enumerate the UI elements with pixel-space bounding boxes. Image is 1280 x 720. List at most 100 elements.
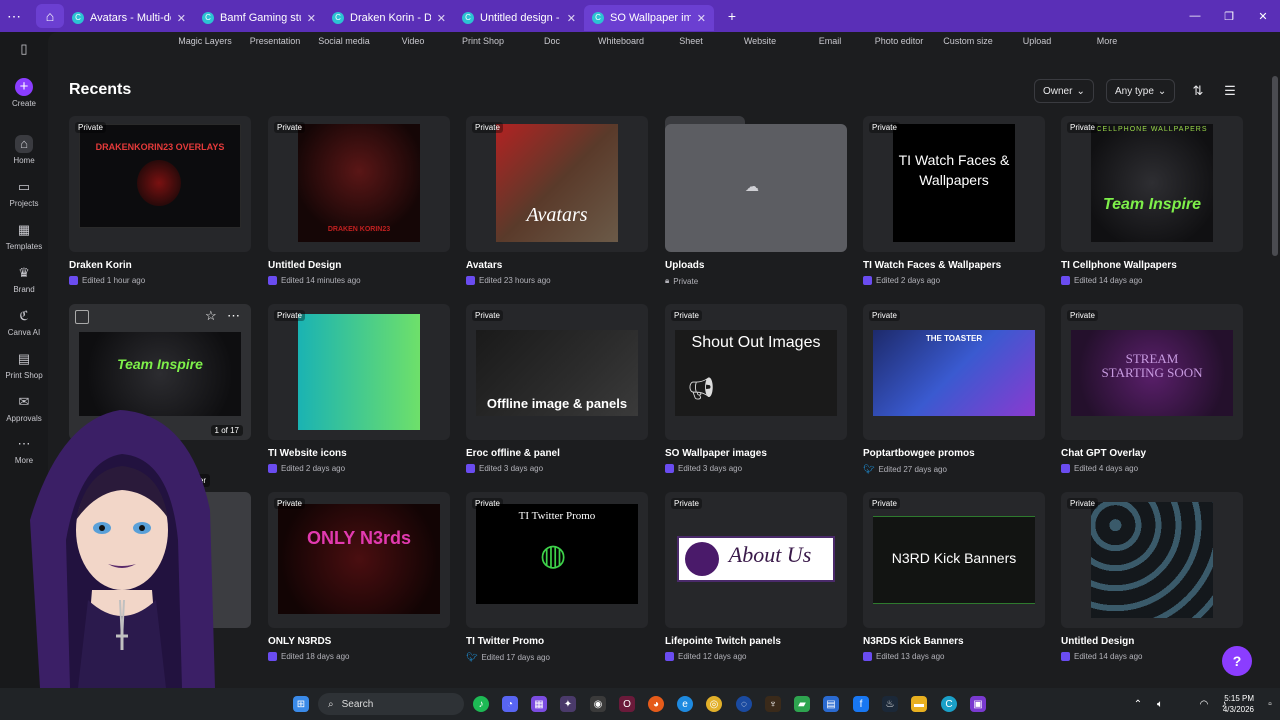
design-name[interactable]: TI Cellphone Wallpapers — [1061, 260, 1177, 271]
windows-start-icon[interactable]: ⊞ — [293, 696, 309, 712]
design-thumbnail[interactable]: Private — [268, 304, 450, 440]
green-app-icon[interactable]: ▰ — [794, 696, 810, 712]
browser-tab[interactable]: C Avatars - Multi-des... ✕ — [64, 5, 194, 31]
design-thumbnail[interactable]: Shout Out Images 📢︎ Private — [665, 304, 847, 440]
steam-icon[interactable]: ♨ — [882, 696, 898, 712]
sidebar-item-projects[interactable]: ▭ Projects — [0, 178, 48, 208]
design-name[interactable]: Chat GPT Overlay — [1061, 448, 1146, 459]
volume-icon[interactable]: 🔈︎ — [1152, 696, 1168, 712]
sidebar-item-canva-ai[interactable]: ℭ Canva AI — [0, 307, 48, 337]
canva-app-icon[interactable]: C — [941, 696, 957, 712]
design-thumbnail[interactable]: N3RD Kick Banners Private — [863, 492, 1045, 628]
browser-tab[interactable]: C Bamf Gaming stuff... ✕ — [194, 5, 324, 31]
design-thumbnail[interactable]: CELLPHONE WALLPAPERS Team Inspire Privat… — [1061, 116, 1243, 252]
app-shell-icon[interactable]: ✦ — [560, 696, 576, 712]
list-view-button[interactable]: ☰ — [1220, 79, 1240, 103]
design-thumbnail[interactable]: Private — [1061, 492, 1243, 628]
maximize-icon[interactable]: ❐ — [1212, 0, 1246, 32]
opera-gx-icon[interactable]: O — [619, 696, 635, 712]
minimize-icon[interactable]: — — [1178, 0, 1212, 32]
browser-tab-active[interactable]: C SO Wallpaper imag... ✕ — [584, 5, 714, 31]
notification-icon[interactable]: ▫ — [1262, 696, 1278, 712]
edge-icon[interactable]: e — [677, 696, 693, 712]
design-type-item[interactable]: Email — [819, 36, 842, 46]
sidebar-toggle[interactable]: ▯ — [0, 40, 48, 61]
design-type-item[interactable]: Sheet — [679, 36, 703, 46]
close-tab-icon[interactable]: ✕ — [697, 12, 706, 25]
taskbar-clock[interactable]: 5:15 PM 4/3/2026 — [1223, 693, 1254, 715]
close-tab-icon[interactable]: ✕ — [307, 12, 316, 25]
design-type-item[interactable]: Photo editor — [875, 36, 924, 46]
obs-icon[interactable]: ◉ — [590, 696, 606, 712]
taskbar-search[interactable]: ⌕ Search — [318, 693, 464, 715]
design-type-item[interactable]: Presentation — [250, 36, 301, 46]
design-type-item[interactable]: Custom size — [943, 36, 993, 46]
design-thumbnail[interactable]: Avatars Private — [466, 116, 648, 252]
design-name[interactable]: Lifepointe Twitch panels — [665, 636, 781, 647]
design-name[interactable]: Untitled Design — [1061, 636, 1134, 647]
design-type-item[interactable]: Social media — [318, 36, 370, 46]
design-thumbnail[interactable]: STREAM STARTING SOON Private — [1061, 304, 1243, 440]
more-options-icon[interactable]: ⋯ — [227, 308, 240, 324]
design-thumbnail[interactable]: DRAKEN KORIN23 Private — [268, 116, 450, 252]
spotify-icon[interactable]: ♪ — [473, 696, 489, 712]
facebook-icon[interactable]: f — [853, 696, 869, 712]
star-icon[interactable]: ☆ — [205, 308, 217, 324]
tray-chevron-up-icon[interactable]: ⌃ — [1130, 696, 1146, 712]
type-filter-dropdown[interactable]: Any type ⌄ — [1106, 79, 1176, 103]
design-name[interactable]: Avatars — [466, 260, 502, 271]
sidebar-item-brand[interactable]: ♛ Brand — [0, 264, 48, 294]
design-type-item[interactable]: Upload — [1023, 36, 1052, 46]
twitch-icon[interactable]: ▣ — [970, 696, 986, 712]
design-type-item[interactable]: Doc — [544, 36, 560, 46]
scrollbar[interactable] — [1272, 76, 1278, 256]
owner-filter-dropdown[interactable]: Owner ⌄ — [1034, 79, 1094, 103]
wifi-icon[interactable]: ◠ — [1196, 696, 1212, 712]
design-thumbnail[interactable]: TI Twitter Promo ◍ Private — [466, 492, 648, 628]
design-type-item[interactable]: Whiteboard — [598, 36, 644, 46]
design-type-item[interactable]: Print Shop — [462, 36, 504, 46]
browser-tab[interactable]: C Draken Korin - Des... ✕ — [324, 5, 454, 31]
design-name[interactable]: TI Twitter Promo — [466, 636, 544, 647]
workspaces-icon[interactable]: ⌂ — [36, 4, 64, 28]
browser-tab[interactable]: C Untitled design - 5... ✕ — [454, 5, 584, 31]
sort-button[interactable]: ⇅ — [1188, 79, 1208, 103]
design-name[interactable]: Draken Korin — [69, 260, 132, 271]
close-tab-icon[interactable]: ✕ — [567, 12, 576, 25]
design-name[interactable]: TI Watch Faces & Wallpapers — [863, 260, 1001, 271]
design-type-item[interactable]: Magic Layers — [178, 36, 232, 46]
design-type-item[interactable]: Website — [744, 36, 776, 46]
sidebar-item-create[interactable]: + Create — [0, 78, 48, 108]
apps-grid-icon[interactable]: ▦ — [531, 696, 547, 712]
design-thumbnail[interactable]: ONLY N3rds Private — [268, 492, 450, 628]
sidebar-item-print-shop[interactable]: ▤ Print Shop — [0, 350, 48, 380]
help-button[interactable]: ? — [1222, 646, 1252, 676]
design-name[interactable]: Poptartbowgee promos — [863, 448, 975, 459]
design-thumbnail[interactable]: THE TOASTER Private — [863, 304, 1045, 440]
design-name[interactable]: SO Wallpaper images — [665, 448, 767, 459]
design-type-item[interactable]: More — [1097, 36, 1118, 46]
chrome-icon[interactable]: ◎ — [706, 696, 722, 712]
close-tab-icon[interactable]: ✕ — [437, 12, 446, 25]
design-name[interactable]: Untitled Design — [268, 260, 341, 271]
notepad-icon[interactable]: ▤ — [823, 696, 839, 712]
design-type-item[interactable]: Video — [402, 36, 425, 46]
design-name[interactable]: ONLY N3RDS — [268, 636, 331, 647]
discord-icon[interactable]: ◔ — [502, 696, 518, 712]
design-name[interactable]: TI Website icons — [268, 448, 347, 459]
sidebar-item-templates[interactable]: ▦ Templates — [0, 221, 48, 251]
browser-app-icon[interactable]: ◌ — [736, 696, 752, 712]
firefox-icon[interactable]: ◕ — [648, 696, 664, 712]
design-name[interactable]: Eroc offline & panel — [466, 448, 560, 459]
design-thumbnail[interactable]: About Us Private — [665, 492, 847, 628]
streaming-app-icon[interactable]: ♆ — [765, 696, 781, 712]
design-thumbnail[interactable]: DRAKENKORIN23 OVERLAYS Private — [69, 116, 251, 252]
close-tab-icon[interactable]: ✕ — [177, 12, 186, 25]
folder-name[interactable]: Uploads — [665, 260, 704, 271]
file-explorer-icon[interactable]: ▬ — [911, 696, 927, 712]
new-tab-button[interactable]: + — [718, 4, 746, 28]
close-window-icon[interactable]: ✕ — [1246, 0, 1280, 32]
design-thumbnail[interactable]: TI Watch Faces & Wallpapers Private — [863, 116, 1045, 252]
design-name[interactable]: N3RDS Kick Banners — [863, 636, 964, 647]
browser-menu-icon[interactable]: ⋯ — [0, 4, 28, 28]
